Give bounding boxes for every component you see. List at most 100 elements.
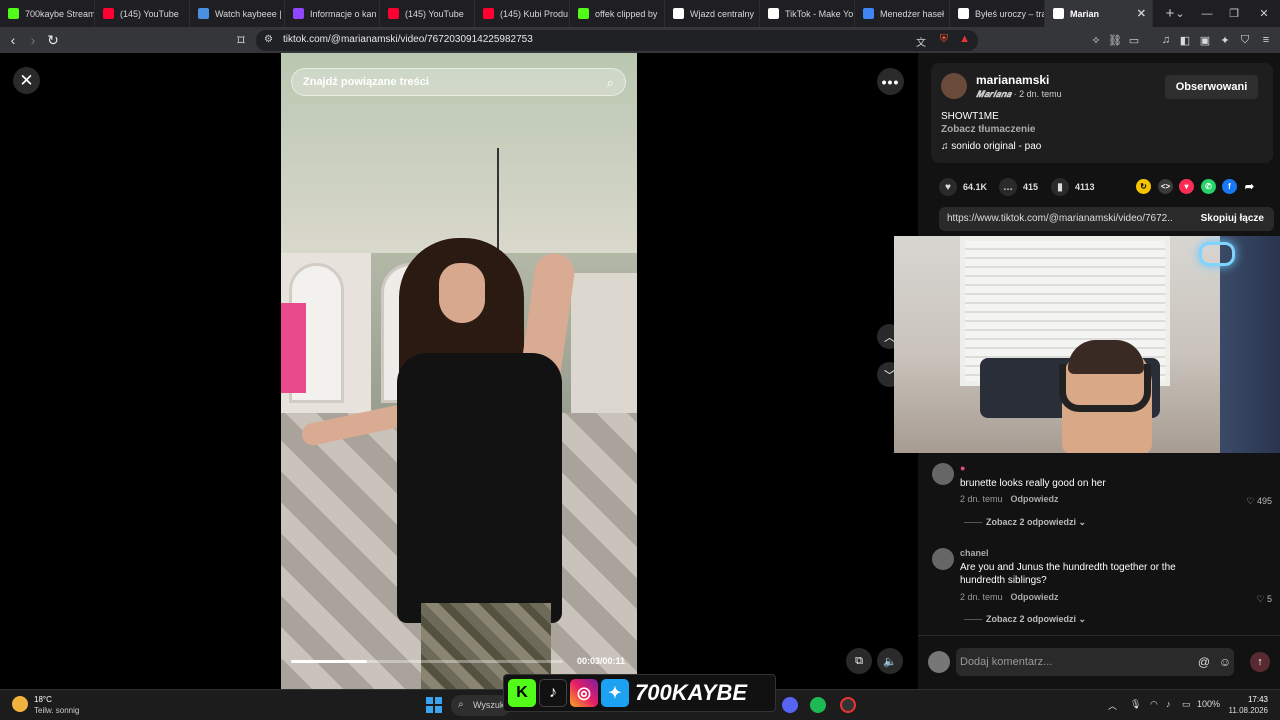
send-comment-button[interactable]: ↑ <box>1250 652 1270 672</box>
sidebar-icon[interactable]: ◧ <box>1177 32 1193 48</box>
cam-door <box>1220 236 1280 453</box>
comment-stat[interactable]: … 415 <box>999 178 1038 196</box>
extensions-icon[interactable]: ✧ <box>1088 32 1104 48</box>
browser-tab[interactable]: 700kaybe Stream <box>0 0 95 27</box>
copy-link-button[interactable]: Skopiuj łącze <box>1201 213 1264 224</box>
browser-tab[interactable]: (145) YouTube <box>380 0 475 27</box>
browser-tab[interactable]: Byłeś uroczy – tra <box>950 0 1045 27</box>
facebook-icon[interactable]: f <box>1222 179 1237 194</box>
clock-time[interactable]: 17:43 <box>1232 695 1268 704</box>
save-stat[interactable]: ▮ 4113 <box>1051 178 1095 196</box>
back-button[interactable]: ‹ <box>4 31 22 49</box>
comment-likes[interactable]: ♡ 5 <box>1256 594 1272 605</box>
cast-icon[interactable]: ▭ <box>1126 32 1142 48</box>
twitter-logo-icon: ✦ <box>601 679 629 707</box>
wifi-icon[interactable]: ◠ <box>1150 699 1158 710</box>
view-replies-button[interactable]: Zobacz 2 odpowiedzi ⌄ <box>964 614 1086 625</box>
link-icon[interactable]: ⛓ <box>1107 32 1123 48</box>
minimize-button[interactable]: — <box>1193 0 1221 27</box>
share-arrow-icon[interactable]: ➦ <box>1242 179 1257 194</box>
url-text[interactable]: tiktok.com/@marianamski/video/7672030914… <box>283 34 533 45</box>
close-tab-icon[interactable]: ✕ <box>1137 7 1146 20</box>
browser-tab[interactable]: Wjazd centralny <box>665 0 760 27</box>
like-stat[interactable]: ♥ 64.1K <box>939 178 987 196</box>
translate-icon[interactable]: 文 <box>916 34 926 49</box>
video-progress-bar[interactable] <box>291 660 563 663</box>
browser-tab[interactable]: Marian ✕ <box>1045 0 1153 27</box>
browser-tab[interactable]: offek clipped by <box>570 0 665 27</box>
tab-title: Byłeś uroczy – tra <box>975 8 1045 19</box>
floating-player-icon[interactable]: ⧉ <box>846 648 872 674</box>
weather-temperature[interactable]: 18°C <box>34 695 52 704</box>
weather-description[interactable]: Teilw. sonnig <box>34 706 79 715</box>
streamer-brand-banner: K ♪ ◎ ✦ 700KAYBE <box>503 674 776 712</box>
comment-item: ● brunette looks really good on her 2 dn… <box>932 463 1272 543</box>
music-row[interactable]: ♫ sonido original - pao <box>941 141 1041 152</box>
bookmark-icon[interactable]: ▮ <box>1051 178 1069 196</box>
address-bar[interactable]: ⚙ tiktok.com/@marianamski/video/76720309… <box>256 30 978 51</box>
heart-icon[interactable]: ♥ <box>939 178 957 196</box>
start-button[interactable] <box>426 697 442 713</box>
video-timecode: 00:03/00:11 <box>576 656 625 666</box>
clock-date[interactable]: 11.08.2026 <box>1222 706 1268 715</box>
taskbar-search[interactable]: ⌕ Wyszuk <box>451 695 511 716</box>
tab-title: TikTok - Make Yo <box>785 8 854 19</box>
whatsapp-icon[interactable]: ✆ <box>1201 179 1216 194</box>
commenter-username[interactable]: chanel <box>960 548 989 558</box>
repost-icon[interactable]: ↻ <box>1136 179 1151 194</box>
site-info-icon[interactable]: ⚙ <box>264 34 273 45</box>
mention-icon[interactable]: @ <box>1196 654 1212 670</box>
commenter-avatar[interactable] <box>932 548 954 570</box>
browser-tab[interactable]: Watch kaybeee | <box>190 0 285 27</box>
wallet-icon[interactable]: ▣ <box>1197 32 1213 48</box>
related-search-input[interactable]: Znajdź powiązane treści ⌕ <box>291 68 626 96</box>
browser-tab[interactable]: Menedżer haseł <box>855 0 950 27</box>
author-username[interactable]: marianamski <box>976 73 1049 87</box>
more-options-button[interactable]: ••• <box>877 68 904 95</box>
browser-tab[interactable]: (145) Kubi Produ <box>475 0 570 27</box>
microphone-icon[interactable]: 🎙 <box>1130 699 1141 710</box>
emoji-icon[interactable]: ☺ <box>1217 654 1233 670</box>
tray-overflow-icon[interactable]: ︿ <box>1108 699 1117 712</box>
forward-button[interactable]: › <box>24 31 42 49</box>
tab-search-chevron-icon[interactable]: ⌄ <box>1166 0 1194 27</box>
rewards-icon[interactable]: ▲ <box>959 33 970 45</box>
close-viewer-button[interactable]: ✕ <box>13 67 40 94</box>
share-link-text[interactable]: https://www.tiktok.com/@marianamski/vide… <box>947 213 1172 224</box>
comment-icon[interactable]: … <box>999 178 1017 196</box>
comment-input[interactable] <box>956 648 1234 676</box>
maximize-button[interactable]: ❐ <box>1220 0 1248 27</box>
video-player[interactable]: Znajdź powiązane treści ⌕ 00:03/00:11 <box>281 53 637 689</box>
browser-tab[interactable]: Informacje o kan <box>285 0 380 27</box>
embed-icon[interactable]: <> <box>1158 179 1173 194</box>
battery-icon[interactable]: ▭ <box>1182 699 1191 710</box>
spotify-icon[interactable] <box>810 697 826 713</box>
author-avatar[interactable] <box>941 73 967 99</box>
music-icon[interactable]: ♫ <box>1158 32 1174 48</box>
volume-icon[interactable]: 🔈 <box>877 648 903 674</box>
tab-title: offek clipped by <box>595 8 658 19</box>
comment-likes[interactable]: ♡ 495 <box>1246 496 1272 507</box>
reload-button[interactable]: ↻ <box>44 31 62 49</box>
send-to-friends-icon[interactable]: ▾ <box>1179 179 1194 194</box>
app-icon[interactable] <box>840 697 856 713</box>
dancer-face <box>439 263 485 323</box>
brave-shield-icon[interactable]: ⛨ <box>940 33 948 46</box>
browser-tab[interactable]: (145) YouTube <box>95 0 190 27</box>
vpn-icon[interactable]: ⛉ <box>1237 32 1253 48</box>
reply-button[interactable]: Odpowiedz <box>1011 592 1059 602</box>
commenter-avatar[interactable] <box>932 463 954 485</box>
weather-sun-icon[interactable] <box>12 696 28 712</box>
menu-icon[interactable]: ≡ <box>1258 32 1274 48</box>
volume-tray-icon[interactable]: ♪ <box>1166 699 1171 709</box>
bookmark-icon[interactable]: ⌑ <box>232 31 250 49</box>
close-window-button[interactable]: ✕ <box>1250 0 1278 27</box>
follow-button[interactable]: Obserwowani <box>1165 75 1258 99</box>
search-icon[interactable]: ⌕ <box>607 75 614 91</box>
browser-tab[interactable]: TikTok - Make Yo <box>760 0 855 27</box>
view-replies-button[interactable]: Zobacz 2 odpowiedzi ⌄ <box>964 517 1086 528</box>
leo-ai-icon[interactable]: ✦ <box>1217 32 1233 48</box>
see-translation-link[interactable]: Zobacz tłumaczenie <box>941 124 1035 135</box>
reply-button[interactable]: Odpowiedz <box>1011 494 1059 504</box>
discord-icon[interactable] <box>782 697 798 713</box>
